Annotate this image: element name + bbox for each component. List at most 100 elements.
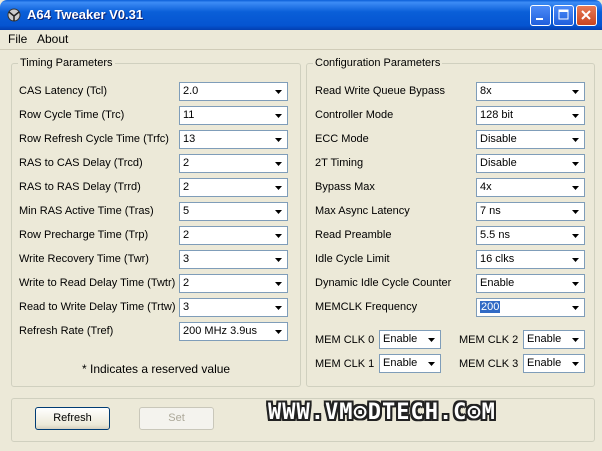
bypass-max-select[interactable]: 4x — [476, 178, 585, 197]
memclk0-select[interactable]: Enable — [379, 330, 441, 349]
rwq-bypass-value: 8x — [480, 85, 492, 97]
trp-select[interactable]: 2 — [179, 226, 288, 245]
menu-about[interactable]: About — [37, 32, 68, 46]
max-async-latency-select[interactable]: 7 ns — [476, 202, 585, 221]
twtr-value: 2 — [183, 277, 190, 289]
chevron-down-icon — [568, 356, 583, 371]
tcl-value: 2.0 — [183, 85, 199, 97]
rwq-bypass-select[interactable]: 8x — [476, 82, 585, 101]
trfc-select[interactable]: 13 — [179, 130, 288, 149]
timing-label-trp: Row Precharge Time (Trp) — [19, 229, 149, 241]
memclk3-label: MEM CLK 3 — [459, 358, 519, 370]
memclk-frequency-select[interactable]: 200 — [476, 298, 585, 317]
menu-bar: File About — [0, 30, 602, 50]
timing-label-tref: Refresh Rate (Tref) — [19, 325, 114, 337]
minimize-icon — [536, 18, 543, 20]
config-label-memclk-frequency: MEMCLK Frequency — [315, 301, 418, 313]
chevron-down-icon — [568, 276, 583, 291]
idle-cycle-limit-select[interactable]: 16 clks — [476, 250, 585, 269]
chevron-down-icon — [568, 332, 583, 347]
read-preamble-value: 5.5 ns — [480, 229, 510, 241]
trp-value: 2 — [183, 229, 190, 241]
memclk-frequency-value: 200 — [480, 301, 501, 313]
chevron-down-icon — [271, 252, 286, 267]
chevron-down-icon — [271, 108, 286, 123]
twtr-select[interactable]: 2 — [179, 274, 288, 293]
minimize-button[interactable] — [530, 5, 551, 26]
controller-mode-value: 128 bit — [480, 109, 514, 121]
controller-mode-select[interactable]: 128 bit — [476, 106, 585, 125]
timing-label-tras: Min RAS Active Time (Tras) — [19, 205, 154, 217]
chevron-down-icon — [271, 204, 286, 219]
trfc-value: 13 — [183, 133, 196, 145]
twr-select[interactable]: 3 — [179, 250, 288, 269]
dynamic-idle-counter-select[interactable]: Enable — [476, 274, 585, 293]
title-bar[interactable]: A64 Tweaker V0.31 — [0, 0, 602, 30]
chevron-down-icon — [568, 300, 583, 315]
timing-label-twtr: Write to Read Delay Time (Twtr) — [19, 277, 176, 289]
ecc-mode-select[interactable]: Disable — [476, 130, 585, 149]
config-label-2t-timing: 2T Timing — [315, 157, 364, 169]
timing-label-trtw: Read to Write Delay Time (Trtw) — [19, 301, 176, 313]
chevron-down-icon — [271, 132, 286, 147]
app-icon — [7, 8, 21, 22]
timing-label-tcl: CAS Latency (Tcl) — [19, 85, 108, 97]
trc-select[interactable]: 11 — [179, 106, 288, 125]
timing-label-trrd: RAS to RAS Delay (Trrd) — [19, 181, 141, 193]
timing-label-twr: Write Recovery Time (Twr) — [19, 253, 149, 265]
config-label-read-preamble: Read Preamble — [315, 229, 392, 241]
memclk3-select[interactable]: Enable — [523, 354, 585, 373]
trrd-value: 2 — [183, 181, 190, 193]
2t-timing-select[interactable]: Disable — [476, 154, 585, 173]
trrd-select[interactable]: 2 — [179, 178, 288, 197]
config-group-title: Configuration Parameters — [313, 57, 443, 69]
chevron-down-icon — [568, 252, 583, 267]
config-label-controller-mode: Controller Mode — [315, 109, 394, 121]
chevron-down-icon — [271, 276, 286, 291]
ecc-mode-value: Disable — [480, 133, 517, 145]
chevron-down-icon — [424, 332, 439, 347]
chevron-down-icon — [568, 180, 583, 195]
config-label-max-async-latency: Max Async Latency — [315, 205, 410, 217]
memclk2-value: Enable — [527, 333, 562, 345]
menu-file[interactable]: File — [8, 32, 27, 46]
app-window: A64 Tweaker V0.31 File About Timing Para… — [0, 0, 602, 451]
memclk1-label: MEM CLK 1 — [315, 358, 375, 370]
set-button[interactable]: Set — [139, 407, 214, 430]
chevron-down-icon — [271, 324, 286, 339]
tref-select[interactable]: 200 MHz 3.9us — [179, 322, 288, 341]
chevron-down-icon — [568, 84, 583, 99]
memclk1-select[interactable]: Enable — [379, 354, 441, 373]
timing-label-trc: Row Cycle Time (Trc) — [19, 109, 125, 121]
config-label-rwq-bypass: Read Write Queue Bypass — [315, 85, 446, 97]
chevron-down-icon — [271, 156, 286, 171]
config-label-idle-cycle-limit: Idle Cycle Limit — [315, 253, 390, 265]
chevron-down-icon — [424, 356, 439, 371]
chevron-down-icon — [271, 180, 286, 195]
maximize-button[interactable] — [553, 5, 574, 26]
max-async-latency-value: 7 ns — [480, 205, 501, 217]
maximize-icon — [558, 9, 569, 20]
chevron-down-icon — [271, 84, 286, 99]
memclk1-value: Enable — [383, 357, 418, 369]
memclk0-value: Enable — [383, 333, 418, 345]
read-preamble-select[interactable]: 5.5 ns — [476, 226, 585, 245]
memclk2-select[interactable]: Enable — [523, 330, 585, 349]
reserved-value-note: * Indicates a reserved value — [82, 362, 231, 376]
chevron-down-icon — [568, 132, 583, 147]
trcd-select[interactable]: 2 — [179, 154, 288, 173]
config-label-bypass-max: Bypass Max — [315, 181, 375, 193]
close-button[interactable] — [576, 5, 597, 26]
chevron-down-icon — [271, 228, 286, 243]
dynamic-idle-counter-value: Enable — [480, 277, 515, 289]
tras-value: 5 — [183, 205, 190, 217]
memclk2-label: MEM CLK 2 — [459, 334, 519, 346]
tcl-select[interactable]: 2.0 — [179, 82, 288, 101]
config-label-ecc-mode: ECC Mode — [315, 133, 369, 145]
trtw-select[interactable]: 3 — [179, 298, 288, 317]
tras-select[interactable]: 5 — [179, 202, 288, 221]
trc-value: 11 — [183, 109, 195, 121]
memclk0-label: MEM CLK 0 — [315, 334, 375, 346]
refresh-button[interactable]: Refresh — [35, 407, 110, 430]
chevron-down-icon — [568, 156, 583, 171]
